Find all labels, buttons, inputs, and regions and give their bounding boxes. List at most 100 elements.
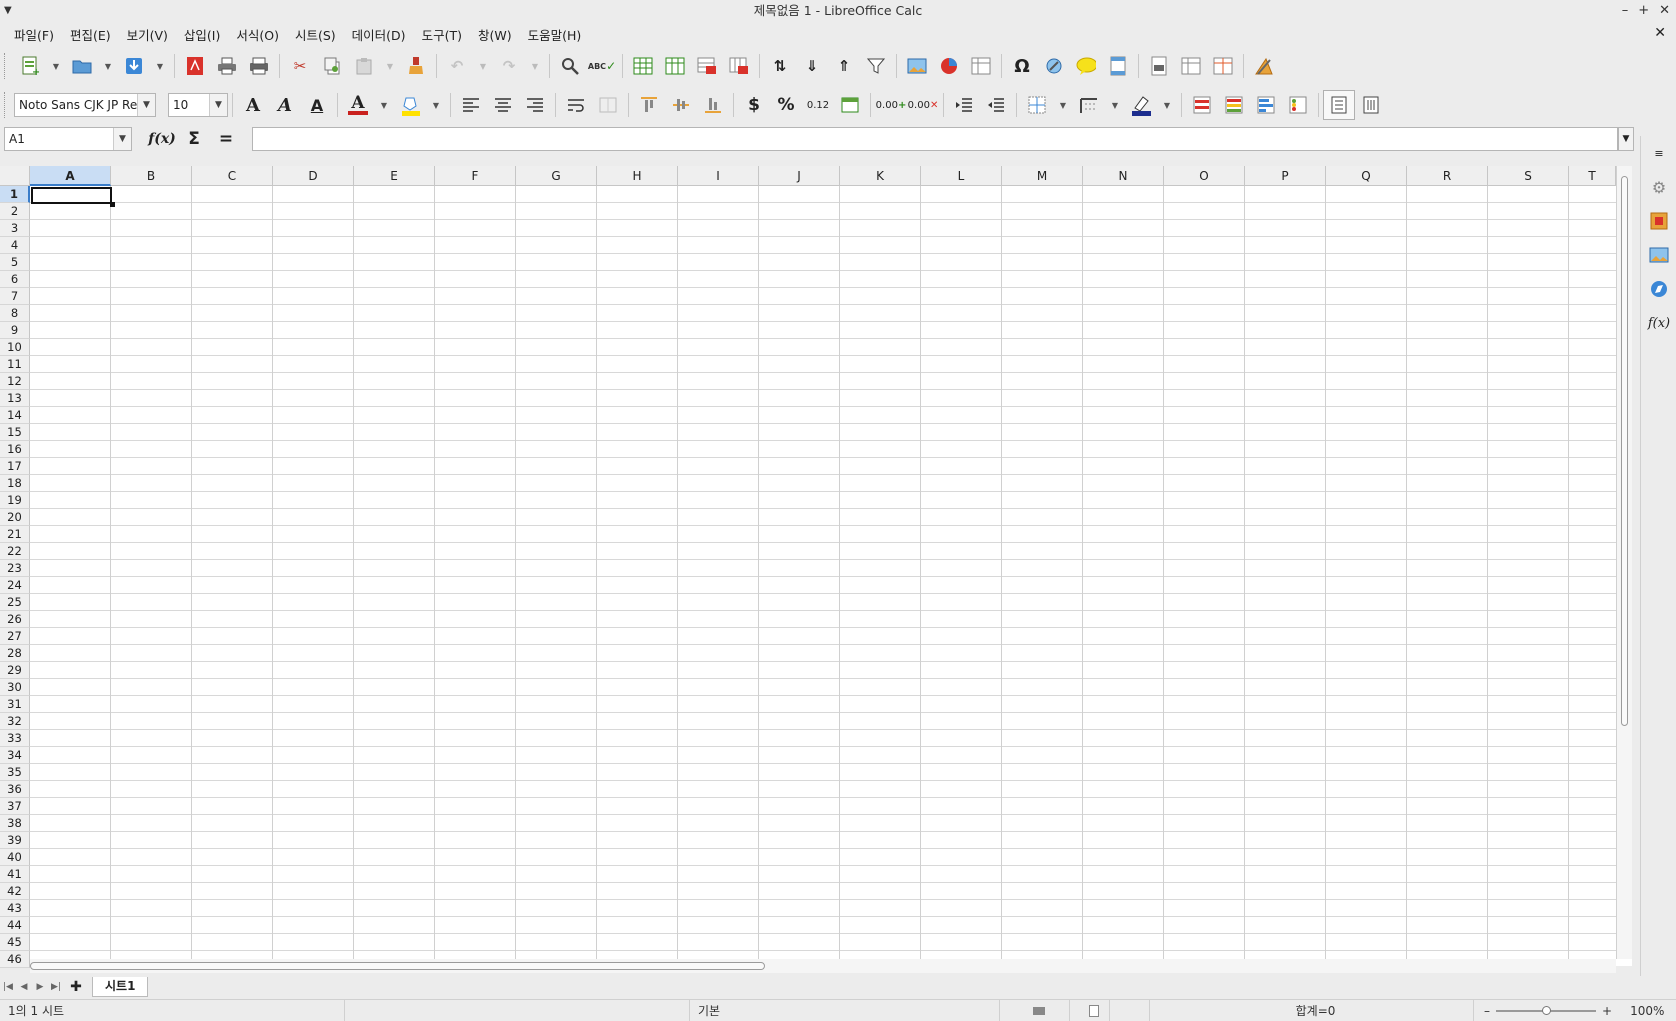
row-header-28[interactable]: 28 (0, 645, 30, 662)
insert-image-button[interactable] (901, 51, 933, 81)
row-header-39[interactable]: 39 (0, 832, 30, 849)
border-color-button[interactable] (1125, 90, 1157, 120)
special-character-button[interactable]: Ω (1006, 51, 1038, 81)
previous-sheet-icon[interactable]: ◀ (16, 982, 32, 992)
row-header-5[interactable]: 5 (0, 254, 30, 271)
menu-view[interactable]: 보기(V) (119, 25, 176, 44)
equals-icon[interactable]: = (210, 129, 242, 149)
row-header-22[interactable]: 22 (0, 543, 30, 560)
column-header-n[interactable]: N (1083, 166, 1164, 186)
functions-icon[interactable]: f(x) (1641, 306, 1676, 340)
pivot-table-button[interactable] (965, 51, 997, 81)
column-header-h[interactable]: H (597, 166, 678, 186)
row-header-35[interactable]: 35 (0, 764, 30, 781)
column-header-d[interactable]: D (273, 166, 354, 186)
format-as-grid-button[interactable] (1323, 90, 1355, 120)
border-color-dropdown[interactable]: ▼ (1157, 90, 1177, 120)
redo-dropdown[interactable]: ▼ (525, 51, 545, 81)
clone-formatting-button[interactable] (400, 51, 432, 81)
formula-input[interactable] (252, 127, 1618, 151)
column-header-i[interactable]: I (678, 166, 759, 186)
column-header-k[interactable]: K (840, 166, 921, 186)
menu-format[interactable]: 서식(O) (228, 25, 287, 44)
active-cell-cursor[interactable] (31, 187, 115, 207)
print-button[interactable] (211, 51, 243, 81)
open-button[interactable] (66, 51, 98, 81)
row-header-37[interactable]: 37 (0, 798, 30, 815)
row-header-43[interactable]: 43 (0, 900, 30, 917)
date-format-button[interactable] (834, 90, 866, 120)
underline-button[interactable]: A (301, 90, 333, 120)
maximize-icon[interactable]: + (1638, 0, 1649, 22)
row-header-33[interactable]: 33 (0, 730, 30, 747)
add-sheet-icon[interactable]: ✚ (64, 979, 88, 995)
open-dropdown[interactable]: ▼ (98, 51, 118, 81)
decrease-indent-button[interactable] (980, 90, 1012, 120)
align-bottom-button[interactable] (697, 90, 729, 120)
properties-icon[interactable]: ⚙ (1641, 170, 1676, 204)
row-header-19[interactable]: 19 (0, 492, 30, 509)
undo-button[interactable]: ↶ (441, 51, 473, 81)
vertical-scrollbar[interactable] (1616, 166, 1632, 959)
sort-button[interactable]: ⇅ (764, 51, 796, 81)
menu-window[interactable]: 창(W) (470, 25, 520, 44)
row-header-34[interactable]: 34 (0, 747, 30, 764)
selection-mode-status[interactable] (1000, 1000, 1070, 1021)
row-header-32[interactable]: 32 (0, 713, 30, 730)
row-header-1[interactable]: 1 (0, 186, 30, 203)
conditional-format-button[interactable] (1186, 90, 1218, 120)
row-header-46[interactable]: 46 (0, 951, 30, 968)
zoom-slider[interactable] (1496, 1005, 1596, 1015)
menu-tools[interactable]: 도구(T) (414, 25, 470, 44)
horizontal-scrollbar[interactable] (30, 959, 1616, 973)
row-header-16[interactable]: 16 (0, 441, 30, 458)
toolbar-grip[interactable] (4, 92, 10, 118)
chevron-down-icon[interactable]: ▼ (113, 128, 131, 150)
align-top-button[interactable] (633, 90, 665, 120)
menu-edit[interactable]: 편집(E) (62, 25, 119, 44)
row-header-20[interactable]: 20 (0, 509, 30, 526)
column-button[interactable] (659, 51, 691, 81)
minimize-icon[interactable]: – (1622, 0, 1629, 22)
gallery-icon[interactable] (1641, 238, 1676, 272)
row-header-23[interactable]: 23 (0, 560, 30, 577)
new-dropdown[interactable]: ▼ (46, 51, 66, 81)
wrap-text-button[interactable] (560, 90, 592, 120)
delete-decimal-place-button[interactable]: 0.00 ✕ (907, 90, 939, 120)
row-header-7[interactable]: 7 (0, 288, 30, 305)
column-view-button[interactable] (1355, 90, 1387, 120)
menu-insert[interactable]: 삽입(I) (176, 25, 228, 44)
last-sheet-icon[interactable]: ▶| (48, 982, 64, 992)
menu-data[interactable]: 데이터(D) (344, 25, 414, 44)
column-header-c[interactable]: C (192, 166, 273, 186)
background-color-dropdown[interactable]: ▼ (426, 90, 446, 120)
row-header-36[interactable]: 36 (0, 781, 30, 798)
align-right-button[interactable] (519, 90, 551, 120)
merge-center-button[interactable] (592, 90, 624, 120)
define-print-area-button[interactable] (1143, 51, 1175, 81)
font-color-button[interactable]: A (342, 90, 374, 120)
menu-help[interactable]: 도움말(H) (520, 25, 590, 44)
column-header-t[interactable]: T (1569, 166, 1616, 186)
show-draw-functions-button[interactable] (1248, 51, 1280, 81)
color-scale-button[interactable] (1218, 90, 1250, 120)
row-header-8[interactable]: 8 (0, 305, 30, 322)
row-header-21[interactable]: 21 (0, 526, 30, 543)
save-button[interactable] (118, 51, 150, 81)
font-name-combo[interactable]: Noto Sans CJK JP Reg ▼ (14, 93, 156, 117)
zoom-out-icon[interactable]: – (1484, 1004, 1490, 1018)
name-box[interactable]: A1 ▼ (4, 127, 132, 151)
row-header-18[interactable]: 18 (0, 475, 30, 492)
chevron-down-icon[interactable]: ▼ (137, 94, 155, 116)
row-header-13[interactable]: 13 (0, 390, 30, 407)
select-all-corner[interactable] (0, 166, 30, 186)
horizontal-scroll-thumb[interactable] (30, 962, 765, 970)
new-button[interactable]: + (14, 51, 46, 81)
column-header-a[interactable]: A (30, 166, 111, 186)
copy-button[interactable] (316, 51, 348, 81)
sort-descending-button[interactable]: ⇑ (828, 51, 860, 81)
paste-button[interactable] (348, 51, 380, 81)
column-header-l[interactable]: L (921, 166, 1002, 186)
expand-formula-icon[interactable]: ▼ (1618, 127, 1634, 151)
borders-button[interactable] (1021, 90, 1053, 120)
